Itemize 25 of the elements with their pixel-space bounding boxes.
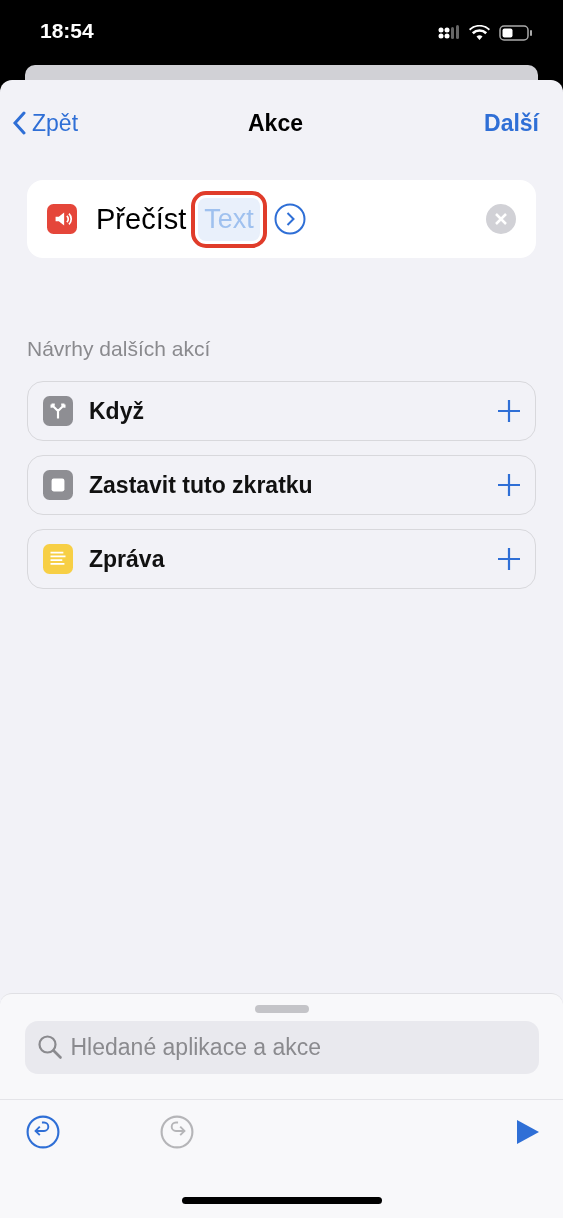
suggestion-row[interactable]: Zastavit tuto zkratku <box>27 455 536 515</box>
run-button[interactable] <box>515 1118 541 1146</box>
add-icon[interactable] <box>497 473 521 497</box>
back-button[interactable]: Zpět <box>12 109 79 137</box>
add-icon[interactable] <box>497 547 521 571</box>
action-name: Přečíst <box>96 202 187 236</box>
chevron-circle-icon[interactable] <box>273 203 306 235</box>
next-button[interactable]: Další <box>484 109 539 137</box>
play-icon <box>515 1118 541 1146</box>
chevron-left-icon <box>12 111 26 135</box>
grabber-handle[interactable] <box>254 1005 309 1013</box>
battery-icon <box>499 24 533 41</box>
screen-title: Akce <box>248 109 303 137</box>
section-header: Návrhy dalších akcí <box>27 337 212 361</box>
speaker-icon <box>47 204 77 234</box>
status-time: 18:54 <box>40 19 94 43</box>
suggestion-row[interactable]: Když <box>27 381 536 441</box>
undo-icon <box>26 1115 60 1149</box>
wifi-icon <box>469 24 490 41</box>
suggestion-row[interactable]: Zpráva <box>27 529 536 589</box>
undo-button[interactable] <box>26 1115 60 1149</box>
search-field[interactable]: Hledané aplikace a akce <box>24 1021 539 1074</box>
signal-icon <box>438 24 460 41</box>
add-icon[interactable] <box>497 399 521 423</box>
redo-icon <box>160 1115 194 1149</box>
